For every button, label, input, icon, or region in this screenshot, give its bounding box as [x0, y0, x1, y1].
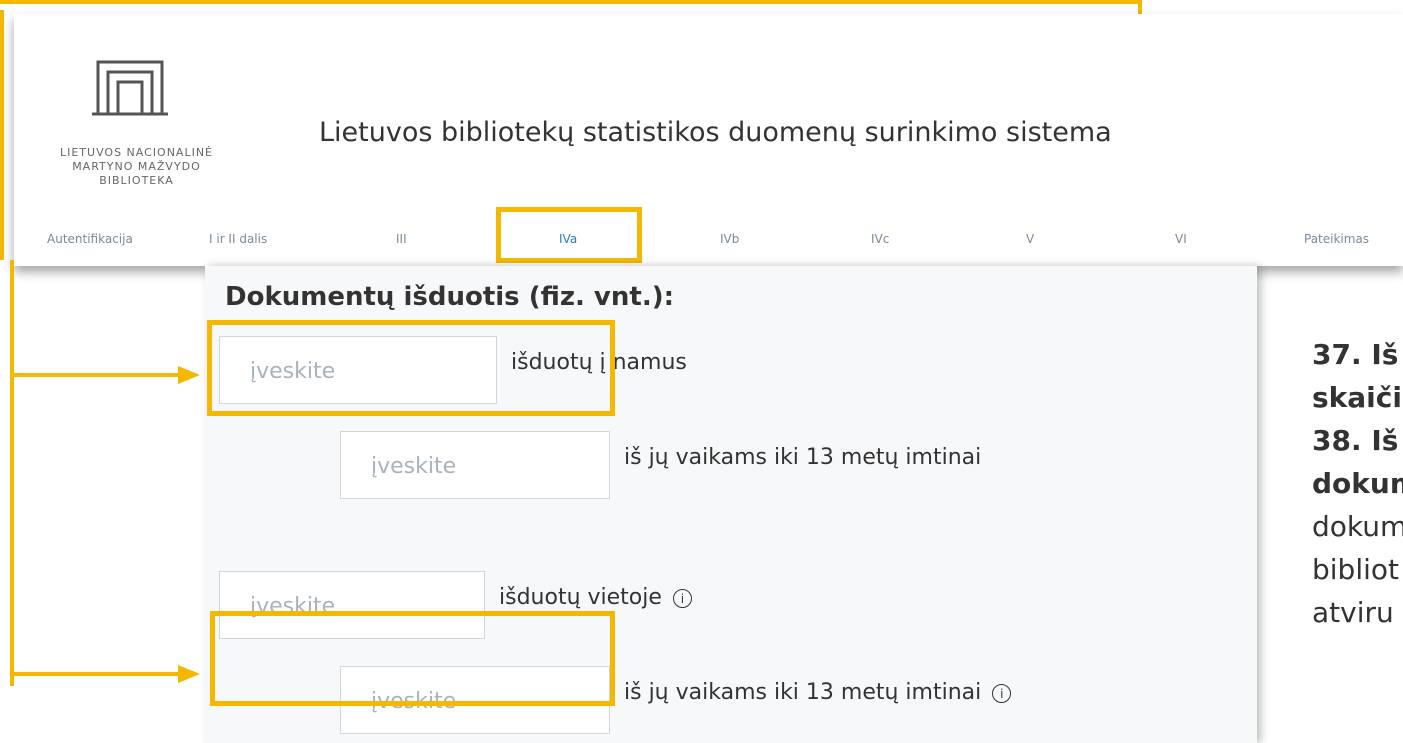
info-icon[interactable]: i: [672, 588, 692, 608]
nav-item-ivc[interactable]: IVc: [871, 232, 889, 246]
nav-item-ivb[interactable]: IVb: [720, 232, 739, 246]
issued-onsite-children-label-text: iš jų vaikams iki 13 metų imtinai: [624, 680, 982, 705]
callout-arrow-line-1: [10, 373, 178, 377]
side-line: bibliot: [1312, 553, 1399, 586]
callout-line-vertical: [0, 10, 4, 260]
field-issued-home-children: įveskite iš jų vaikams iki 13 metų imtin…: [340, 431, 981, 499]
main-nav: Autentifikacija I ir II dalis III IVa IV…: [14, 207, 1403, 264]
logo-line: MARTYNO MAŽVYDO: [72, 160, 201, 173]
issued-onsite-label: išduotų vietoje i: [499, 585, 692, 610]
callout-line-top: [0, 0, 1142, 4]
highlight-box-issued-onsite: [210, 611, 615, 706]
callout-line-top-right: [1138, 0, 1142, 14]
logo-line: LIETUVOS NACIONALINĖ: [59, 146, 213, 159]
issued-onsite-children-label: iš jų vaikams iki 13 metų imtinai i: [624, 680, 1012, 705]
callout-arrow-line-2: [10, 672, 178, 676]
app-header: LIETUVOS NACIONALINĖ MARTYNO MAŽVYDO BIB…: [14, 14, 1403, 266]
nav-item-pateikimas[interactable]: Pateikimas: [1304, 232, 1369, 246]
logo-line: BIBLIOTEKA: [99, 174, 174, 187]
nav-item-vi[interactable]: VI: [1175, 232, 1187, 246]
side-line: 37. Iš j: [1312, 338, 1403, 371]
side-description: 37. Iš j skaičiu 38. Iš j dokum dokum bi…: [1312, 333, 1403, 634]
callout-arrowhead-1: [178, 366, 200, 384]
nav-item-autentifikacija[interactable]: Autentifikacija: [47, 232, 133, 246]
issued-home-children-label: iš jų vaikams iki 13 metų imtinai: [624, 445, 982, 470]
callout-line-left: [10, 260, 14, 686]
nav-item-iii[interactable]: III: [396, 232, 407, 246]
section-title: Dokumentų išduotis (fiz. vnt.):: [225, 282, 674, 312]
callout-arrowhead-2: [178, 665, 200, 683]
issued-onsite-label-text: išduotų vietoje: [499, 585, 662, 610]
library-logo[interactable]: LIETUVOS NACIONALINĖ MARTYNO MAŽVYDO BIB…: [14, 36, 259, 196]
side-line: atviru: [1312, 596, 1394, 629]
library-logo-mark: [92, 56, 168, 116]
side-line: dokum: [1312, 510, 1403, 543]
library-logo-text: LIETUVOS NACIONALINĖ MARTYNO MAŽVYDO BIB…: [14, 146, 259, 188]
side-line: skaičiu: [1312, 381, 1403, 414]
info-icon[interactable]: i: [992, 683, 1012, 703]
highlight-box-issued-home: [207, 320, 615, 416]
side-line: dokum: [1312, 467, 1403, 500]
side-line: 38. Iš j: [1312, 424, 1403, 457]
issued-home-children-input[interactable]: įveskite: [340, 431, 610, 499]
nav-item-i-ii-dalis[interactable]: I ir II dalis: [209, 232, 267, 246]
active-tab-highlight: [496, 207, 642, 263]
nav-item-v[interactable]: V: [1026, 232, 1034, 246]
app-title: Lietuvos bibliotekų statistikos duomenų …: [319, 117, 1112, 148]
